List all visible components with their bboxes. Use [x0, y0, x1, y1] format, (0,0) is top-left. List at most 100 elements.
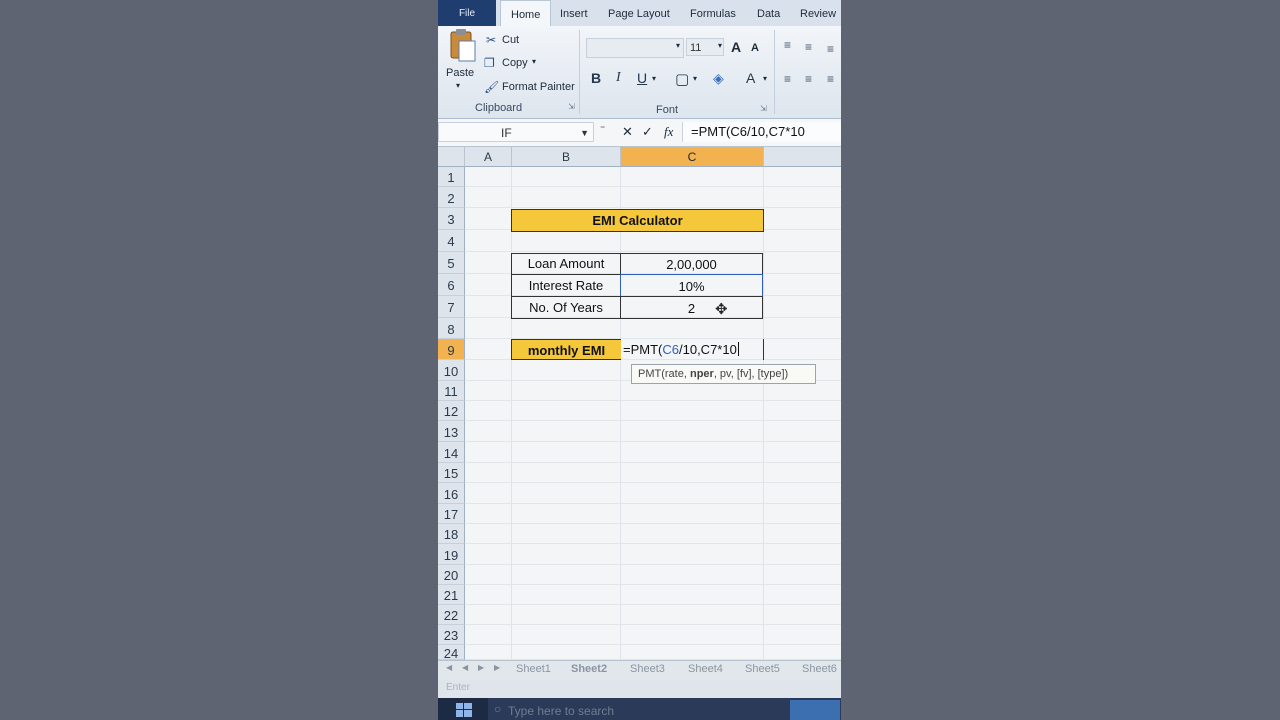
align-bottom-icon[interactable]: ≡ — [827, 42, 834, 56]
shrink-font-button[interactable]: A — [751, 42, 759, 54]
paste-dropdown-icon[interactable]: ▾ — [456, 81, 460, 90]
name-box[interactable]: IF ▼ — [438, 122, 594, 142]
paste-icon[interactable] — [447, 29, 477, 63]
row-header-23[interactable]: 23 — [438, 625, 465, 645]
bold-button[interactable]: B — [591, 70, 601, 86]
paste-button[interactable]: Paste — [446, 67, 474, 79]
last-sheet-icon[interactable]: ▶ — [494, 663, 500, 672]
font-size-dropdown-icon[interactable]: ▾ — [718, 41, 722, 50]
row-header-14[interactable]: 14 — [438, 442, 465, 463]
sheet-tab-5[interactable]: Sheet5 — [745, 663, 780, 675]
row-header-19[interactable]: 19 — [438, 544, 465, 565]
row-header-5[interactable]: 5 — [438, 252, 465, 274]
align-middle-icon[interactable]: ≡ — [805, 40, 812, 54]
next-sheet-icon[interactable]: ▶ — [478, 663, 484, 672]
row-header-12[interactable]: 12 — [438, 401, 465, 421]
font-name-select[interactable] — [586, 38, 684, 58]
sheet-tab-6[interactable]: Sheet6 — [802, 663, 837, 675]
borders-icon[interactable]: ▢ — [675, 70, 689, 88]
title-cell[interactable]: EMI Calculator — [511, 209, 764, 232]
row-header-22[interactable]: 22 — [438, 605, 465, 625]
underline-dropdown-icon[interactable]: ▾ — [652, 74, 656, 83]
insert-function-icon[interactable]: fx — [664, 124, 673, 140]
copy-icon[interactable]: ❐ — [484, 56, 495, 70]
column-header-d[interactable] — [764, 147, 841, 167]
first-sheet-icon[interactable]: ◀ — [446, 663, 452, 672]
interest-rate-label[interactable]: Interest Rate — [511, 274, 621, 297]
font-dialog-launcher-icon[interactable]: ⇲ — [760, 104, 767, 113]
years-value[interactable]: 2 — [620, 296, 763, 319]
fill-color-icon[interactable]: ◈ — [713, 70, 724, 87]
scissors-icon[interactable]: ✂ — [486, 33, 496, 47]
cut-button[interactable]: Cut — [502, 34, 519, 46]
monthly-emi-label[interactable]: monthly EMI — [511, 339, 621, 360]
row-header-15[interactable]: 15 — [438, 463, 465, 483]
taskbar-app-icon[interactable] — [790, 700, 840, 720]
name-box-dropdown-icon[interactable]: ▼ — [580, 123, 589, 143]
cancel-icon[interactable]: ✕ — [622, 124, 633, 140]
row-header-7[interactable]: 7 — [438, 296, 465, 318]
loan-amount-label[interactable]: Loan Amount — [511, 253, 621, 275]
font-group-label: Font — [656, 104, 679, 116]
format-painter-button[interactable]: Format Painter — [502, 81, 575, 93]
font-name-dropdown-icon[interactable]: ▾ — [676, 41, 680, 50]
font-color-button[interactable]: A — [746, 70, 755, 86]
tab-home[interactable]: Home — [500, 0, 552, 28]
row-header-8[interactable]: 8 — [438, 318, 465, 339]
tab-file[interactable]: File — [438, 0, 496, 26]
expand-icon[interactable]: ⁼ — [600, 124, 605, 135]
row-header-21[interactable]: 21 — [438, 585, 465, 605]
dialog-launcher-icon[interactable]: ⇲ — [568, 102, 575, 111]
align-center-icon[interactable]: ≡ — [805, 72, 812, 86]
font-color-dropdown-icon[interactable]: ▾ — [763, 74, 767, 83]
function-tooltip[interactable]: PMT(rate, nper, pv, [fv], [type]) — [631, 364, 816, 384]
italic-button[interactable]: I — [616, 70, 621, 86]
format-painter-icon[interactable]: 🖌 — [484, 80, 499, 94]
sheet-tab-2[interactable]: Sheet2 — [571, 663, 607, 675]
years-label[interactable]: No. Of Years — [511, 296, 621, 319]
align-left-icon[interactable]: ≡ — [784, 72, 791, 86]
row-header-6[interactable]: 6 — [438, 274, 465, 296]
select-all-corner[interactable] — [438, 147, 465, 167]
enter-icon[interactable]: ✓ — [642, 124, 653, 140]
align-top-icon[interactable]: ≡ — [784, 38, 791, 52]
tab-insert[interactable]: Insert — [560, 0, 588, 26]
worksheet-grid[interactable] — [465, 167, 841, 660]
row-header-1[interactable]: 1 — [438, 167, 465, 187]
row-header-24[interactable]: 24 — [438, 645, 465, 661]
sheet-tab-4[interactable]: Sheet4 — [688, 663, 723, 675]
sheet-tab-3[interactable]: Sheet3 — [630, 663, 665, 675]
loan-amount-value[interactable]: 2,00,000 — [620, 253, 763, 275]
formula-input[interactable]: =PMT(C6/10,C7*10 — [682, 122, 841, 142]
column-header-b[interactable]: B — [512, 147, 621, 167]
row-header-3[interactable]: 3 — [438, 208, 465, 230]
row-header-16[interactable]: 16 — [438, 483, 465, 504]
row-header-18[interactable]: 18 — [438, 524, 465, 544]
row-header-10[interactable]: 10 — [438, 360, 465, 381]
taskbar-search[interactable]: Type here to search — [508, 704, 614, 718]
column-header-c[interactable]: C — [621, 147, 764, 167]
row-header-13[interactable]: 13 — [438, 421, 465, 442]
start-button[interactable] — [438, 698, 488, 720]
sheet-tab-1[interactable]: Sheet1 — [516, 663, 551, 675]
row-header-20[interactable]: 20 — [438, 565, 465, 585]
tab-formulas[interactable]: Formulas — [690, 0, 736, 26]
grow-font-button[interactable]: A — [731, 39, 741, 55]
copy-dropdown-icon[interactable]: ▾ — [532, 57, 536, 66]
interest-rate-value[interactable]: 10% — [620, 274, 763, 297]
row-header-2[interactable]: 2 — [438, 187, 465, 208]
row-header-17[interactable]: 17 — [438, 504, 465, 524]
row-header-9[interactable]: 9 — [438, 339, 465, 360]
row-header-11[interactable]: 11 — [438, 381, 465, 401]
borders-dropdown-icon[interactable]: ▾ — [693, 74, 697, 83]
row-header-4[interactable]: 4 — [438, 230, 465, 252]
align-right-icon[interactable]: ≡ — [827, 72, 834, 86]
tab-data[interactable]: Data — [757, 0, 780, 26]
prev-sheet-icon[interactable]: ◀ — [462, 663, 468, 672]
monthly-emi-formula-cell[interactable]: =PMT(C6/10,C7*10 — [621, 339, 764, 360]
tab-review[interactable]: Review — [800, 0, 836, 26]
tab-page-layout[interactable]: Page Layout — [608, 0, 670, 26]
column-header-a[interactable]: A — [465, 147, 512, 167]
underline-button[interactable]: U — [637, 70, 647, 86]
copy-button[interactable]: Copy — [502, 57, 528, 69]
